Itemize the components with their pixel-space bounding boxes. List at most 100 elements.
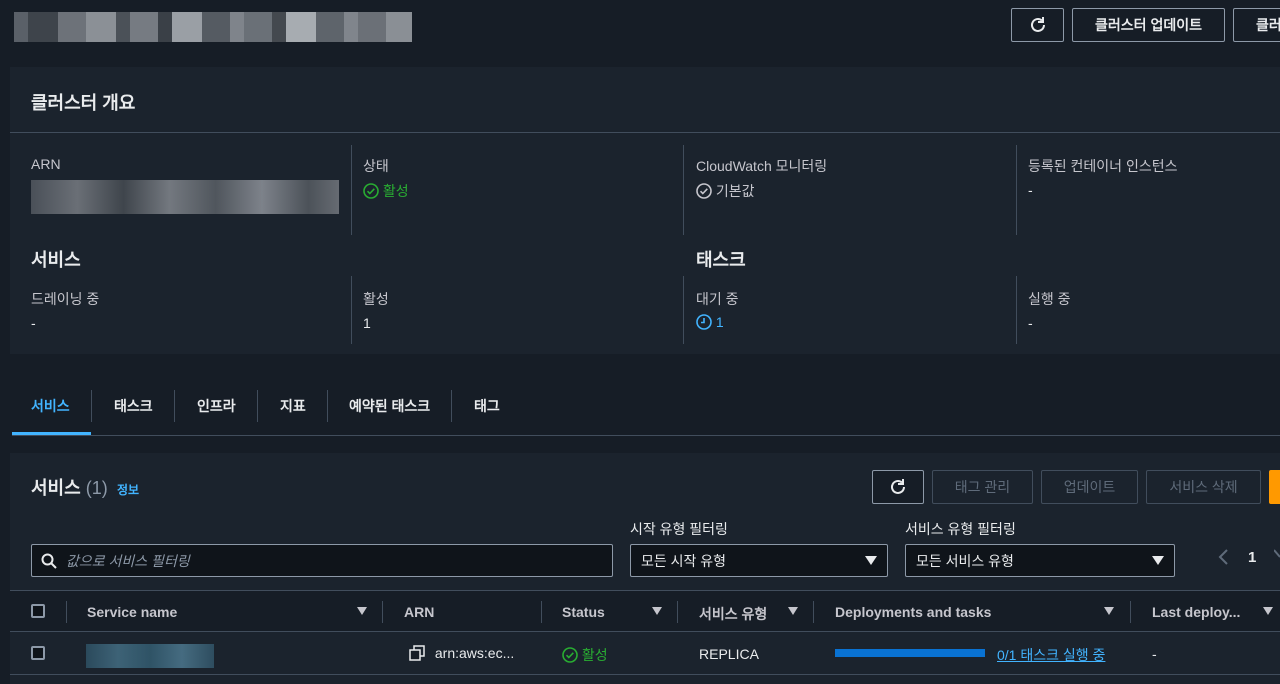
tab-divider <box>451 390 452 422</box>
copy-icon[interactable] <box>409 645 425 661</box>
tab-scheduled-tasks[interactable]: 예약된 태스크 <box>349 396 430 416</box>
active-value: 1 <box>363 315 371 331</box>
column-service-type[interactable]: 서비스 유형 <box>699 604 767 624</box>
caret-down-icon <box>865 556 877 565</box>
column-service-name[interactable]: Service name <box>87 604 177 620</box>
divider <box>1016 145 1017 235</box>
services-heading: 서비스 <box>31 250 81 270</box>
cluster-overview-header <box>10 67 1280 133</box>
search-icon <box>41 553 57 569</box>
sort-icon[interactable] <box>1104 607 1114 615</box>
column-divider <box>1130 601 1131 623</box>
sort-icon[interactable] <box>788 607 798 615</box>
status-label: 상태 <box>363 158 389 174</box>
search-input[interactable]: 값으로 서비스 필터링 <box>31 544 613 577</box>
draining-value: - <box>31 315 36 331</box>
page-number[interactable]: 1 <box>1248 549 1256 566</box>
row-last-deployment: - <box>1152 646 1157 662</box>
refresh-icon <box>891 479 905 494</box>
check-circle-icon <box>696 183 712 199</box>
cluster-overview-title: 클러스터 개요 <box>31 93 136 113</box>
divider <box>351 145 352 235</box>
info-link[interactable]: 정보 <box>117 481 139 498</box>
create-service-button[interactable] <box>1269 470 1280 504</box>
pending-value-text: 1 <box>715 314 724 330</box>
column-status[interactable]: Status <box>562 604 605 620</box>
tab-metrics[interactable]: 지표 <box>280 396 306 416</box>
cloudwatch-value-text: 기본값 <box>715 183 755 199</box>
column-divider <box>66 601 67 623</box>
row-arn: arn:aws:ec... <box>409 645 514 661</box>
row-status-text: 활성 <box>581 647 608 663</box>
refresh-services-button[interactable] <box>872 470 924 504</box>
row-checkbox[interactable] <box>31 646 45 660</box>
tab-divider <box>91 390 92 422</box>
cloudwatch-value: 기본값 <box>696 181 755 201</box>
tab-divider <box>174 390 175 422</box>
update-cluster-button[interactable]: 클러스터 업데이트 <box>1072 8 1225 42</box>
column-deployments[interactable]: Deployments and tasks <box>835 604 991 620</box>
sort-icon[interactable] <box>1263 607 1273 615</box>
redacted-service-name-link[interactable] <box>86 644 214 668</box>
column-divider <box>382 601 383 623</box>
registered-instances-value: - <box>1028 182 1033 198</box>
redacted-cluster-title <box>14 12 412 42</box>
clock-icon <box>696 314 712 330</box>
tasks-heading: 태스크 <box>696 250 746 270</box>
table-header <box>10 591 1280 631</box>
select-all-checkbox[interactable] <box>31 604 45 618</box>
refresh-icon <box>1030 17 1045 32</box>
status-value: 활성 <box>363 181 409 201</box>
active-label: 활성 <box>363 291 389 307</box>
launch-type-select-value: 모든 시작 유형 <box>641 552 727 569</box>
sort-icon[interactable] <box>357 607 367 615</box>
divider <box>683 276 684 344</box>
chevron-left-icon[interactable] <box>1217 548 1231 566</box>
draining-label: 드레이닝 중 <box>31 291 100 307</box>
column-last-deployment[interactable]: Last deploy... <box>1152 604 1240 620</box>
registered-instances-label: 등록된 컨테이너 인스턴스 <box>1028 158 1178 174</box>
services-title-text: 서비스 <box>31 478 81 498</box>
redacted-arn <box>31 180 339 214</box>
tab-infrastructure[interactable]: 인프라 <box>197 396 236 416</box>
divider <box>351 276 352 344</box>
running-label: 실행 중 <box>1028 291 1071 307</box>
search-placeholder: 값으로 서비스 필터링 <box>66 552 190 569</box>
launch-type-filter-label: 시작 유형 필터링 <box>630 521 728 537</box>
service-type-filter-label: 서비스 유형 필터링 <box>905 521 1016 537</box>
tab-tags[interactable]: 태그 <box>474 396 500 416</box>
column-divider <box>813 601 814 623</box>
tabs-bottom-border <box>12 435 1280 436</box>
row-arn-text: arn:aws:ec... <box>434 645 515 661</box>
row-border <box>10 674 1280 675</box>
cluster-action-button[interactable]: 클러 <box>1233 8 1280 42</box>
tab-tasks[interactable]: 태스크 <box>114 396 153 416</box>
services-title: 서비스 (1) <box>31 474 108 500</box>
services-count: (1) <box>85 478 108 498</box>
deployment-tasks-link[interactable]: 0/1 태스크 실행 중 <box>997 645 1105 665</box>
pending-value[interactable]: 1 <box>696 314 724 330</box>
row-service-type: REPLICA <box>699 646 759 662</box>
check-circle-icon <box>562 647 578 663</box>
tab-divider <box>257 390 258 422</box>
running-value: - <box>1028 315 1033 331</box>
service-type-select[interactable]: 모든 서비스 유형 <box>905 544 1175 577</box>
pending-label: 대기 중 <box>696 291 739 307</box>
refresh-cluster-button[interactable] <box>1011 8 1064 42</box>
row-status: 활성 <box>562 645 608 665</box>
caret-down-icon <box>1152 556 1164 565</box>
service-type-select-value: 모든 서비스 유형 <box>916 552 1014 569</box>
divider <box>683 145 684 235</box>
status-value-text: 활성 <box>382 183 409 199</box>
manage-tags-button[interactable]: 태그 관리 <box>932 470 1033 504</box>
launch-type-select[interactable]: 모든 시작 유형 <box>630 544 888 577</box>
tab-divider <box>327 390 328 422</box>
check-circle-icon <box>363 183 379 199</box>
sort-icon[interactable] <box>652 607 662 615</box>
chevron-right-icon[interactable] <box>1274 548 1280 566</box>
update-service-button[interactable]: 업데이트 <box>1041 470 1138 504</box>
column-arn[interactable]: ARN <box>404 604 434 620</box>
delete-service-button[interactable]: 서비스 삭제 <box>1146 470 1261 504</box>
column-divider <box>541 601 542 623</box>
tab-services[interactable]: 서비스 <box>31 396 70 416</box>
